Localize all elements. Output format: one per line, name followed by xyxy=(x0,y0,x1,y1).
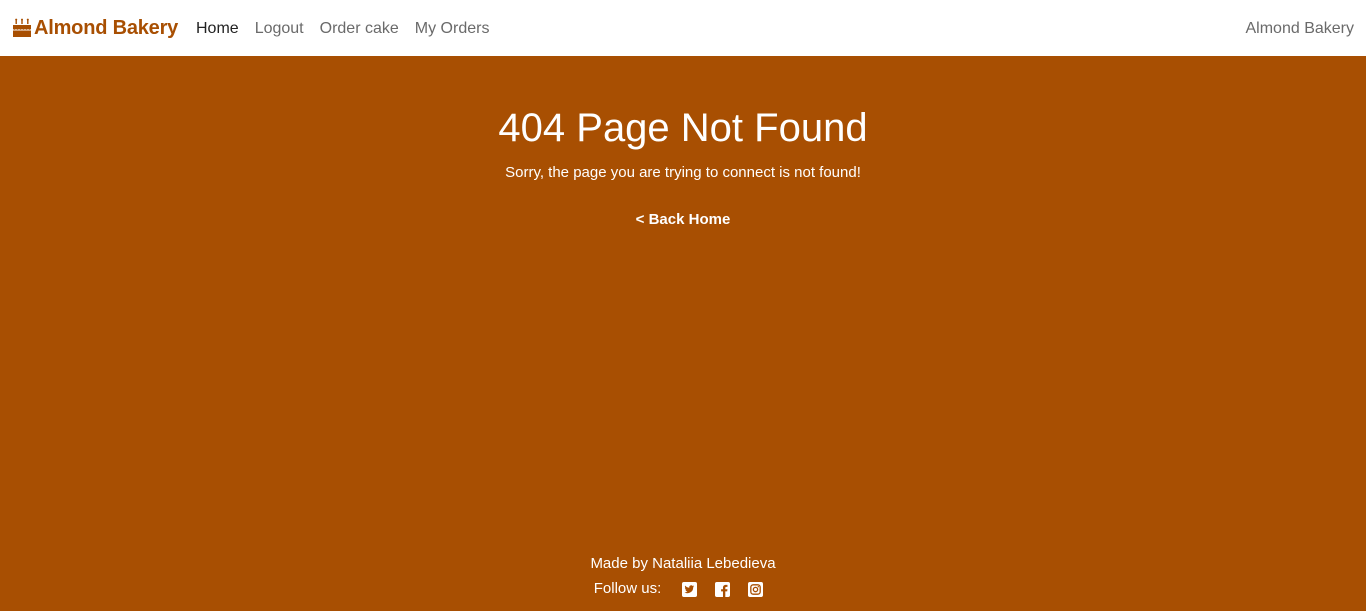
brand-label: Almond Bakery xyxy=(34,16,179,39)
made-by-text: Made by Nataliia Lebedieva xyxy=(590,555,776,572)
brand-link[interactable]: Almond Bakery xyxy=(12,14,178,42)
follow-us-row: Follow us: xyxy=(0,577,1366,601)
error-message: Sorry, the page you are trying to connec… xyxy=(505,164,861,181)
instagram-icon[interactable] xyxy=(748,581,764,597)
back-home-link[interactable]: < Back Home xyxy=(0,210,1366,230)
page-title: 404 Page Not Found xyxy=(498,106,868,150)
birthday-cake-icon xyxy=(12,18,32,38)
nav-links: Home Logout Order cake My Orders xyxy=(188,18,497,40)
nav-link-home[interactable]: Home xyxy=(188,18,247,40)
navbar-right-text: Almond Bakery xyxy=(1245,20,1355,37)
nav-link-order-cake[interactable]: Order cake xyxy=(312,18,407,40)
nav-link-my-orders[interactable]: My Orders xyxy=(407,18,498,40)
follow-us-label: Follow us: xyxy=(593,580,662,597)
twitter-icon[interactable] xyxy=(682,581,698,597)
nav-link-logout[interactable]: Logout xyxy=(247,18,312,40)
facebook-icon[interactable] xyxy=(715,581,731,597)
footer: Made by Nataliia Lebedieva Follow us: xyxy=(0,553,1366,601)
navbar: Almond Bakery Home Logout Order cake My … xyxy=(0,0,1366,56)
